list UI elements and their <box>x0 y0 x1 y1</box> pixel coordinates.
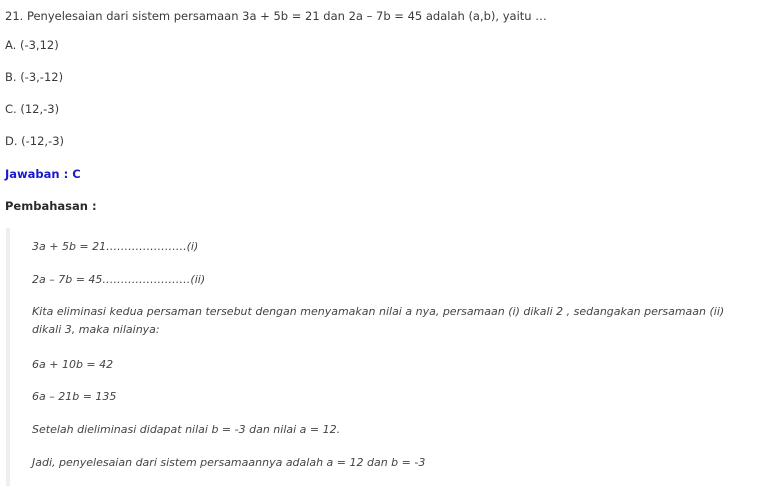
option-d: D. (-12,-3) <box>5 134 65 148</box>
equation-3: 6a + 10b = 42 <box>32 358 114 371</box>
discussion-blockquote: 3a + 5b = 21………………….(i) 2a – 7b = 45…………… <box>6 228 760 486</box>
article-content: 21. Penyelesaian dari sistem persamaan 3… <box>0 0 762 496</box>
equation-1: 3a + 5b = 21………………….(i) <box>32 240 199 253</box>
option-c: C. (12,-3) <box>5 102 60 116</box>
option-b: B. (-3,-12) <box>5 70 64 84</box>
elimination-explanation: Kita eliminasi kedua persaman tersebut d… <box>32 305 725 336</box>
equation-4: 6a – 21b = 135 <box>32 390 117 403</box>
discussion-heading: Pembahasan : <box>5 199 97 213</box>
question-text: 21. Penyelesaian dari sistem persamaan 3… <box>5 9 547 23</box>
answer-text: Jawaban : C <box>5 167 81 181</box>
elimination-result: Setelah dieliminasi didapat nilai b = -3… <box>32 423 341 436</box>
conclusion-text: Jadi, penyelesaian dari sistem persamaan… <box>32 456 426 469</box>
option-a: A. (-3,12) <box>5 38 59 52</box>
equation-2: 2a – 7b = 45……………………(ii) <box>32 273 206 286</box>
